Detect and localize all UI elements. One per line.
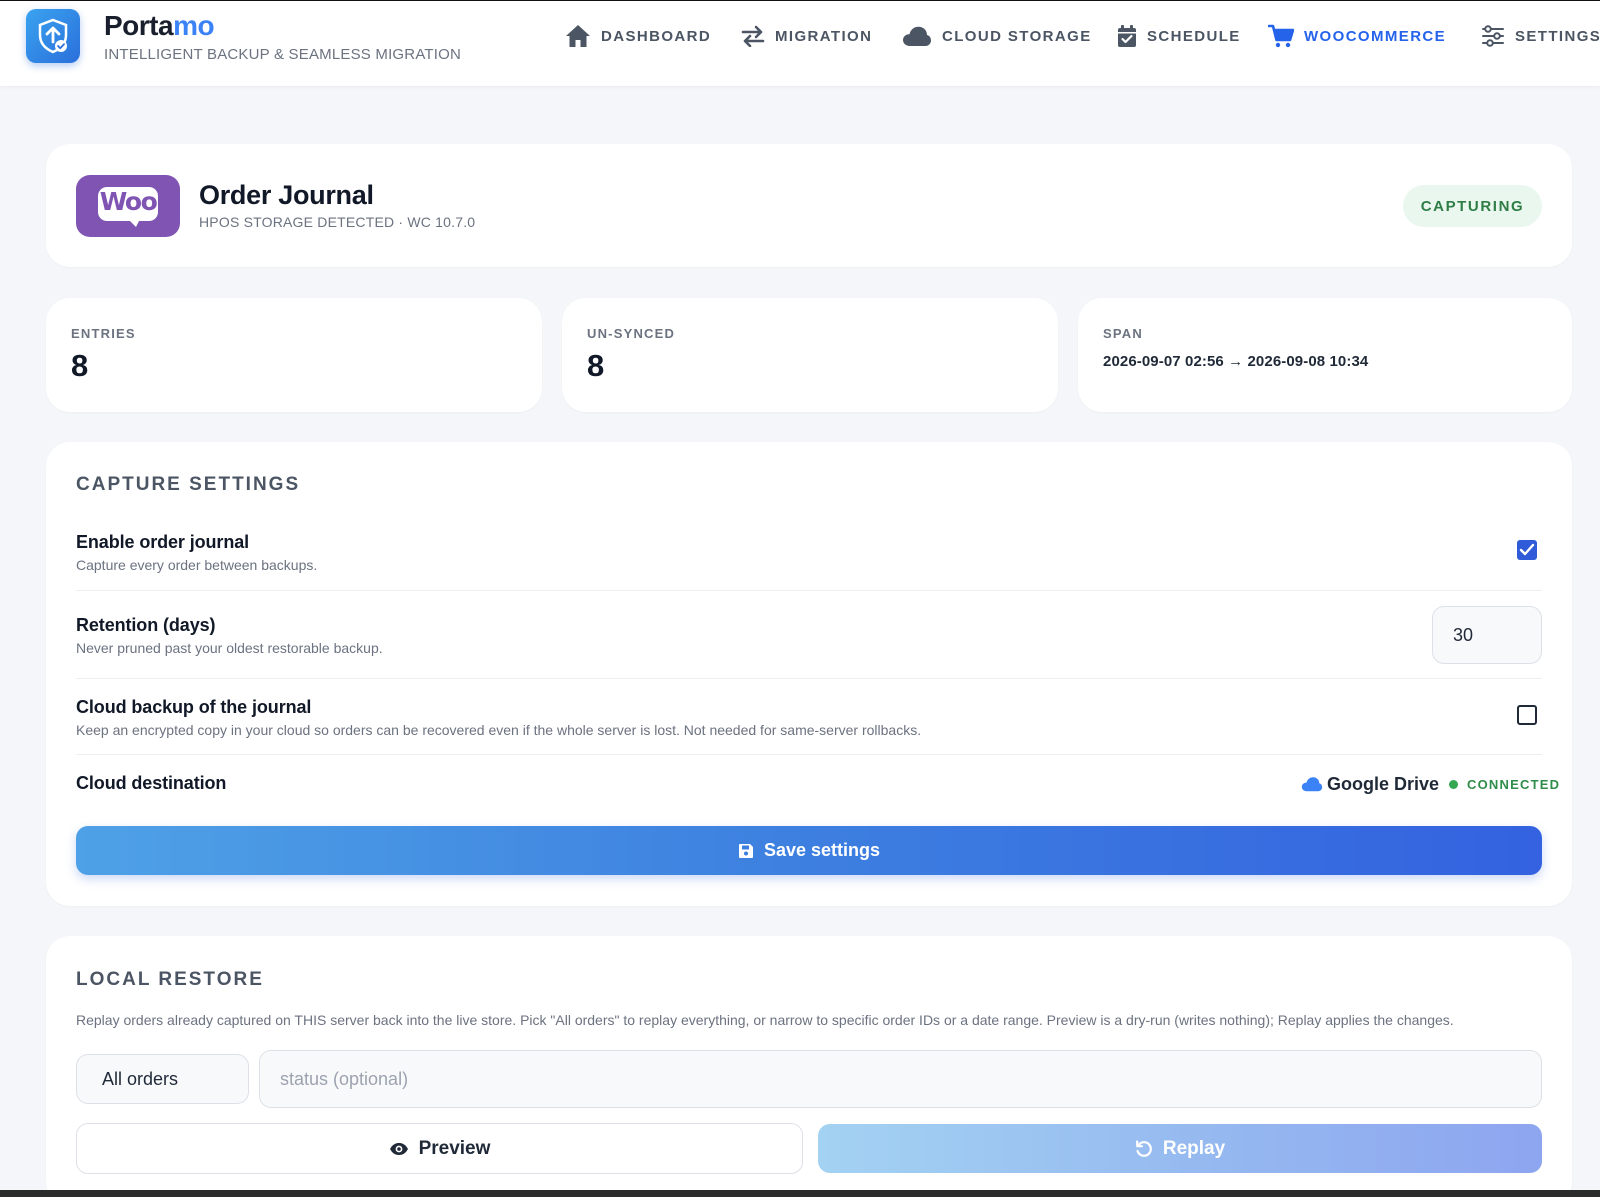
sliders-icon bbox=[1482, 25, 1504, 47]
enable-journal-label: Enable order journal bbox=[76, 532, 250, 552]
nav-label: DASHBOARD bbox=[601, 27, 712, 45]
connected-dot bbox=[1449, 779, 1459, 789]
enable-journal-description: Capture every order between backups. bbox=[76, 557, 318, 573]
preview-label: Preview bbox=[418, 1137, 491, 1159]
journal-subtitle: HPOS STORAGE DETECTED · WC 10.7.0 bbox=[199, 214, 476, 230]
local-restore-title: LOCAL RESTORE bbox=[76, 969, 264, 990]
stat-card-entries bbox=[46, 298, 542, 412]
woocommerce-logo-text: Woo bbox=[99, 187, 158, 216]
cart-icon bbox=[1268, 24, 1294, 48]
restore-scope-select[interactable]: All orders bbox=[76, 1054, 249, 1104]
brand-tagline: INTELLIGENT BACKUP & SEAMLESS MIGRATION bbox=[104, 46, 462, 63]
replay-label: Replay bbox=[1162, 1137, 1226, 1159]
cloud-destination-value[interactable]: Google Drive CONNECTED bbox=[1301, 771, 1560, 797]
rotate-left-icon bbox=[1135, 1139, 1152, 1157]
stat-entries-label: ENTRIES bbox=[71, 326, 136, 341]
stat-card-unsynced bbox=[562, 298, 1058, 412]
stat-entries-value: 8 bbox=[71, 348, 89, 383]
retention-days-input[interactable]: 30 bbox=[1432, 606, 1542, 664]
stat-unsynced-label: UN-SYNCED bbox=[587, 326, 676, 341]
nav-migration[interactable]: MIGRATION bbox=[741, 21, 872, 51]
cloud-icon bbox=[1301, 777, 1323, 792]
status-input[interactable]: status (optional) bbox=[259, 1050, 1542, 1108]
eye-icon bbox=[389, 1142, 408, 1155]
window-bottom-edge bbox=[0, 1190, 1600, 1197]
top-bar: Portamo INTELLIGENT BACKUP & SEAMLESS MI… bbox=[0, 0, 1600, 86]
enable-journal-checkbox[interactable] bbox=[1517, 540, 1537, 560]
woocommerce-logo: Woo bbox=[76, 175, 180, 237]
capture-settings-title: CAPTURE SETTINGS bbox=[76, 474, 301, 495]
replay-button[interactable]: Replay bbox=[818, 1124, 1542, 1173]
stat-unsynced-value: 8 bbox=[587, 348, 605, 383]
brand-name: Portamo bbox=[104, 10, 215, 41]
app-logo[interactable] bbox=[26, 9, 80, 63]
nav-label: WOOCOMMERCE bbox=[1304, 27, 1447, 45]
nav-woocommerce[interactable]: WOOCOMMERCE bbox=[1268, 21, 1446, 51]
stat-span-label: SPAN bbox=[1103, 326, 1143, 341]
retention-description: Never pruned past your oldest restorable… bbox=[76, 640, 383, 656]
nav-label: SCHEDULE bbox=[1147, 27, 1241, 45]
preview-button[interactable]: Preview bbox=[76, 1123, 803, 1174]
cloud-destination-label: Cloud destination bbox=[76, 773, 227, 793]
calendar-check-icon bbox=[1118, 25, 1136, 47]
page-title: Order Journal bbox=[199, 180, 374, 210]
divider bbox=[76, 590, 1542, 591]
divider bbox=[76, 678, 1542, 679]
nav-label: SETTINGS bbox=[1515, 27, 1600, 45]
stat-span-value: 2026-09-07 02:56 → 2026-09-08 10:34 bbox=[1103, 353, 1369, 370]
swap-arrows-icon bbox=[741, 25, 765, 47]
save-settings-button[interactable]: Save settings bbox=[76, 826, 1542, 875]
nav-settings[interactable]: SETTINGS bbox=[1481, 21, 1600, 51]
nav-cloud-storage[interactable]: CLOUD STORAGE bbox=[902, 21, 1092, 51]
local-restore-description: Replay orders already captured on THIS s… bbox=[76, 1012, 1454, 1028]
nav-label: CLOUD STORAGE bbox=[942, 27, 1092, 45]
nav-label: MIGRATION bbox=[775, 27, 873, 45]
save-settings-label: Save settings bbox=[763, 840, 881, 860]
checkmark-icon bbox=[1519, 543, 1535, 556]
status-badge: CAPTURING bbox=[1403, 185, 1542, 227]
cloud-icon bbox=[903, 26, 931, 46]
connection-status: CONNECTED bbox=[1467, 776, 1561, 792]
home-icon bbox=[566, 25, 590, 47]
nav-dashboard[interactable]: DASHBOARD bbox=[565, 21, 711, 51]
floppy-disk-icon bbox=[738, 843, 753, 858]
retention-label: Retention (days) bbox=[76, 615, 216, 635]
cloud-provider-name: Google Drive bbox=[1327, 773, 1440, 794]
shield-upload-icon bbox=[38, 18, 68, 54]
divider bbox=[76, 754, 1542, 755]
cloud-backup-label: Cloud backup of the journal bbox=[76, 697, 312, 717]
nav-schedule[interactable]: SCHEDULE bbox=[1117, 21, 1241, 51]
cloud-backup-checkbox[interactable] bbox=[1517, 705, 1537, 725]
cloud-backup-description: Keep an encrypted copy in your cloud so … bbox=[76, 722, 922, 738]
